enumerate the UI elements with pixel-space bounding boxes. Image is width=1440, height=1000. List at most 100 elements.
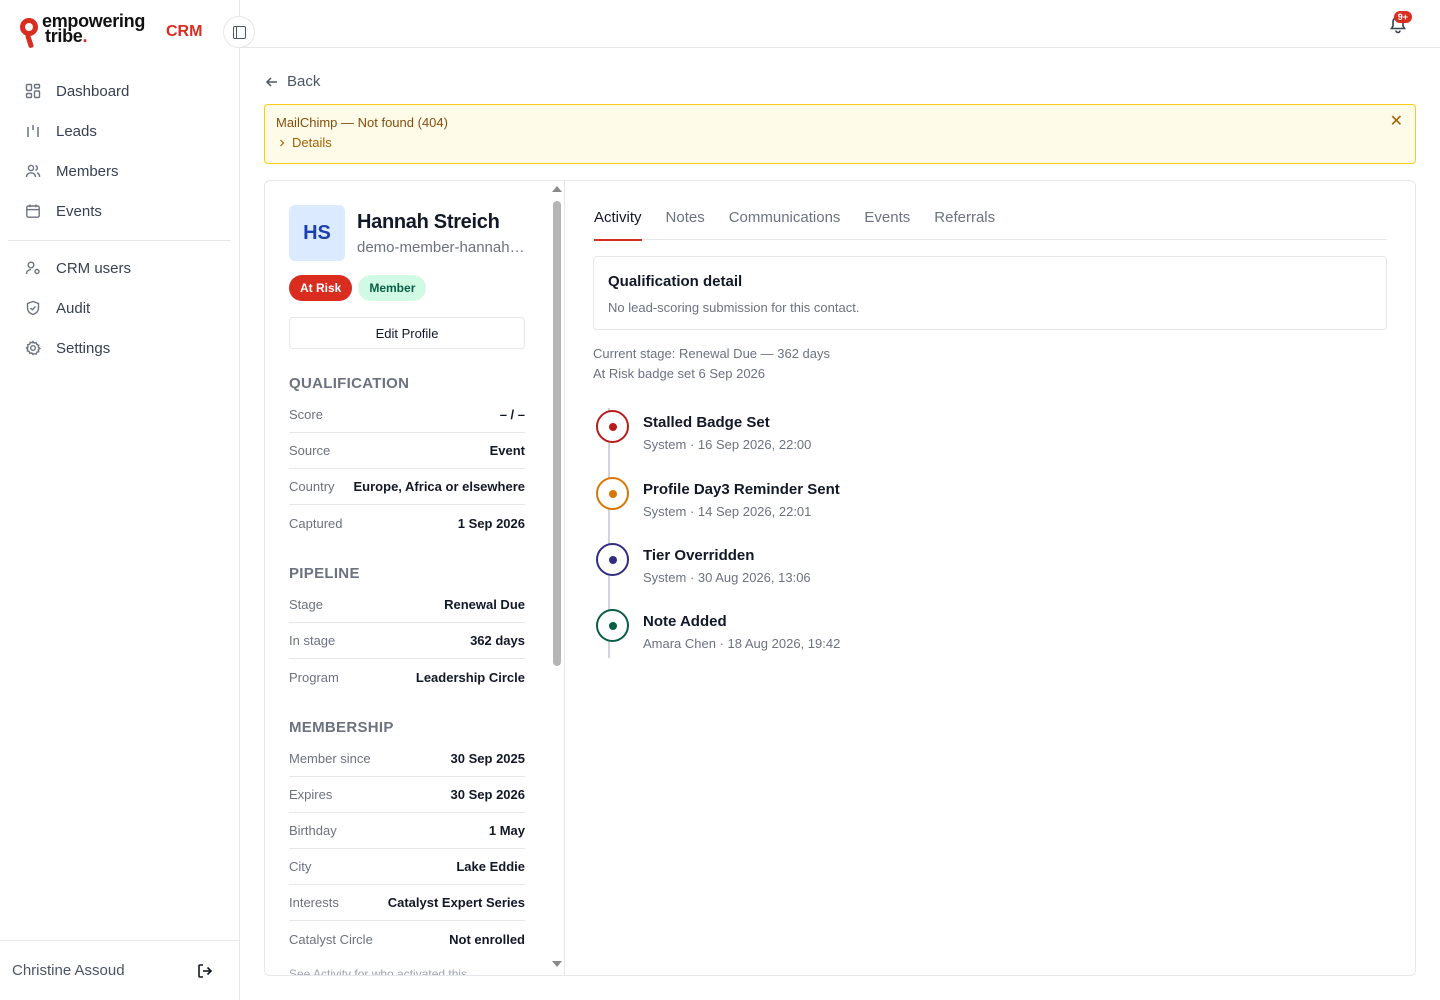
scroll-up-icon[interactable] [552,186,562,192]
row-label: Birthday [289,823,337,838]
timeline-event: Tier Overridden System · 30 Aug 2026, 13… [593,541,1193,601]
primary-nav: Dashboard Leads Members Events [8,71,231,231]
current-stage-text: Current stage: Renewal Due — 362 days [593,346,831,361]
sidebar-item-members[interactable]: Members [8,151,231,191]
gear-icon [25,340,41,356]
section-title: QUALIFICATION [289,375,410,392]
membership-note: See Activity for who activated this [289,967,468,975]
info-row: Catalyst Circle Not enrolled [289,921,525,957]
row-label: Source [289,443,331,458]
sidebar-item-crm-users[interactable]: CRM users [8,248,231,288]
error-alert: MailChimp — Not found (404) Details ✕ [264,104,1416,164]
row-label: Score [289,407,323,422]
info-row: Source Event [289,433,525,469]
qualification-section: QUALIFICATION Score – / – Source Event Cou… [289,375,525,541]
event-title: Profile Day3 Reminder Sent [643,481,840,498]
notification-count-badge: 9+ [1393,11,1412,23]
sidebar-collapse-button[interactable] [223,16,255,48]
tab-activity[interactable]: Activity [594,207,642,241]
row-label: In stage [289,633,336,648]
row-label: Expires [289,787,333,802]
sidebar-item-events[interactable]: Events [8,191,231,231]
members-icon [25,163,41,179]
timeline-event: Stalled Badge Set System · 16 Sep 2026, … [593,408,1193,468]
timeline-event: Note Added Amara Chen · 18 Aug 2026, 19:… [593,607,1193,667]
alert-details-label: Details [292,135,332,150]
sidebar-item-label: Settings [56,339,111,357]
leads-icon [25,123,41,139]
status-tags: At Risk Member [289,275,427,301]
row-value: Europe, Africa or elsewhere [353,479,525,494]
member-slug: demo-member-hannah-streich [357,239,525,256]
sidebar-item-label: Members [56,162,119,180]
sidebar-item-label: Dashboard [56,82,130,100]
brand-mark-icon [18,14,40,50]
close-icon[interactable]: ✕ [1390,114,1403,130]
logout-icon[interactable] [193,959,217,983]
sidebar-item-label: Leads [56,122,97,140]
row-value: 30 Sep 2026 [450,787,525,802]
member-name: Hannah Streich [357,211,500,233]
qualification-detail-title: Qualification detail [608,273,743,290]
profile-scrollbar[interactable] [549,181,564,975]
row-value: 1 Sep 2026 [457,515,525,531]
row-label: Stage [289,597,323,612]
event-subtitle: System · 14 Sep 2026, 22:01 [643,504,812,519]
qualification-detail-card: Qualification detail No lead-scoring sub… [593,256,1387,330]
row-label: Captured [289,515,343,531]
member-detail-panel: HS Hannah Streich demo-member-hannah-str… [264,180,1416,976]
alert-message: MailChimp — Not found (404) [276,115,448,130]
row-label: Program [289,669,339,685]
row-value: Renewal Due [444,597,525,612]
row-label: Interests [289,895,339,910]
event-title: Tier Overridden [643,547,755,564]
alert-details-toggle[interactable]: Details [278,135,332,150]
edit-profile-button[interactable]: Edit Profile [289,317,525,349]
sidebar-item-label: CRM users [56,259,132,277]
tab-referrals[interactable]: Referrals [934,207,995,240]
sidebar: empowering tribe. CRM Dashboard Leads Me… [0,0,240,1000]
dashboard-icon [25,83,41,99]
pipeline-section: PIPELINE Stage Renewal Due In stage 362 da… [289,565,525,695]
arrow-left-icon [265,76,277,87]
profile-header: HS Hannah Streich demo-member-hannah-str… [289,205,525,349]
row-label: Catalyst Circle [289,931,373,947]
sidebar-item-label: Events [56,202,102,220]
detail-tabs: Activity Notes Communications Events Ref… [594,207,1387,241]
scrollbar-thumb[interactable] [553,201,561,666]
shield-icon [25,300,41,316]
sidebar-item-settings[interactable]: Settings [8,328,231,368]
info-row: City Lake Eddie [289,849,525,885]
qualification-detail-text: No lead-scoring submission for this cont… [608,300,860,315]
tab-notes[interactable]: Notes [666,207,705,240]
brand-line-2: tribe [45,26,83,46]
timeline-event: Profile Day3 Reminder Sent System · 14 S… [593,475,1193,535]
event-subtitle: System · 16 Sep 2026, 22:00 [643,437,812,452]
brand-logo[interactable]: empowering tribe. [18,12,145,50]
row-value: 362 days [470,633,525,648]
crm-label: CRM [166,23,203,40]
section-title: MEMBERSHIP [289,719,394,736]
row-label: Country [289,479,335,494]
sidebar-item-audit[interactable]: Audit [8,288,231,328]
row-value: 1 May [488,823,525,838]
tab-communications[interactable]: Communications [729,207,841,240]
sidebar-item-leads[interactable]: Leads [8,111,231,151]
nav-divider [8,240,231,241]
tab-events[interactable]: Events [864,207,910,240]
info-row: Member since 30 Sep 2025 [289,741,525,777]
timeline-marker-icon [596,543,629,576]
row-value: Catalyst Expert Series [387,895,525,910]
profile-column: HS Hannah Streich demo-member-hannah-str… [265,181,565,975]
event-subtitle: Amara Chen · 18 Aug 2026, 19:42 [643,636,841,651]
timeline-marker-icon [596,477,629,510]
event-title: Note Added [643,613,727,630]
scroll-down-icon[interactable] [552,961,562,967]
activity-column: Activity Notes Communications Events Ref… [565,181,1415,975]
back-link[interactable]: Back [265,73,320,90]
sidebar-item-dashboard[interactable]: Dashboard [8,71,231,111]
info-row: Program Leadership Circle [289,659,525,695]
row-value: Event [489,443,525,458]
timeline-marker-icon [596,410,629,443]
section-title: PIPELINE [289,565,360,582]
